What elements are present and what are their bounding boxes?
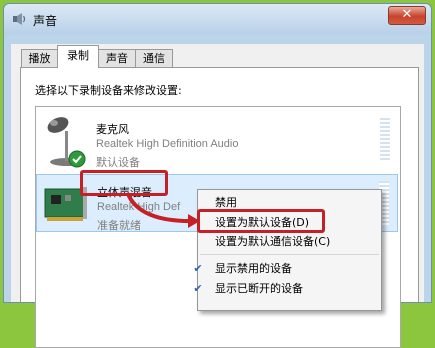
menu-item-show-disabled-devices[interactable]: ✔ 显示禁用的设备 bbox=[193, 259, 379, 279]
checkmark-icon: ✔ bbox=[193, 262, 203, 275]
checkmark-icon: ✔ bbox=[193, 282, 203, 295]
context-menu: 禁用 设置为默认设备(D) 设置为默认通信设备(C) ✔ 显示禁用的设备 ✔ 显… bbox=[193, 189, 382, 311]
menu-item-set-default-communication-device[interactable]: 设置为默认通信设备(C) bbox=[198, 232, 379, 252]
menu-item-show-disconnected-devices[interactable]: ✔ 显示已断开的设备 bbox=[193, 279, 379, 299]
menu-separator bbox=[200, 254, 379, 255]
menu-item-label: 设置为默认通信设备(C) bbox=[215, 235, 331, 248]
menu-item-label: 禁用 bbox=[215, 196, 237, 209]
menu-item-label: 显示已断开的设备 bbox=[215, 282, 303, 295]
menu-item-label: 显示禁用的设备 bbox=[215, 262, 292, 275]
annotation-box-menu-item bbox=[197, 209, 325, 233]
tab-recording[interactable]: 录制 bbox=[57, 45, 99, 68]
